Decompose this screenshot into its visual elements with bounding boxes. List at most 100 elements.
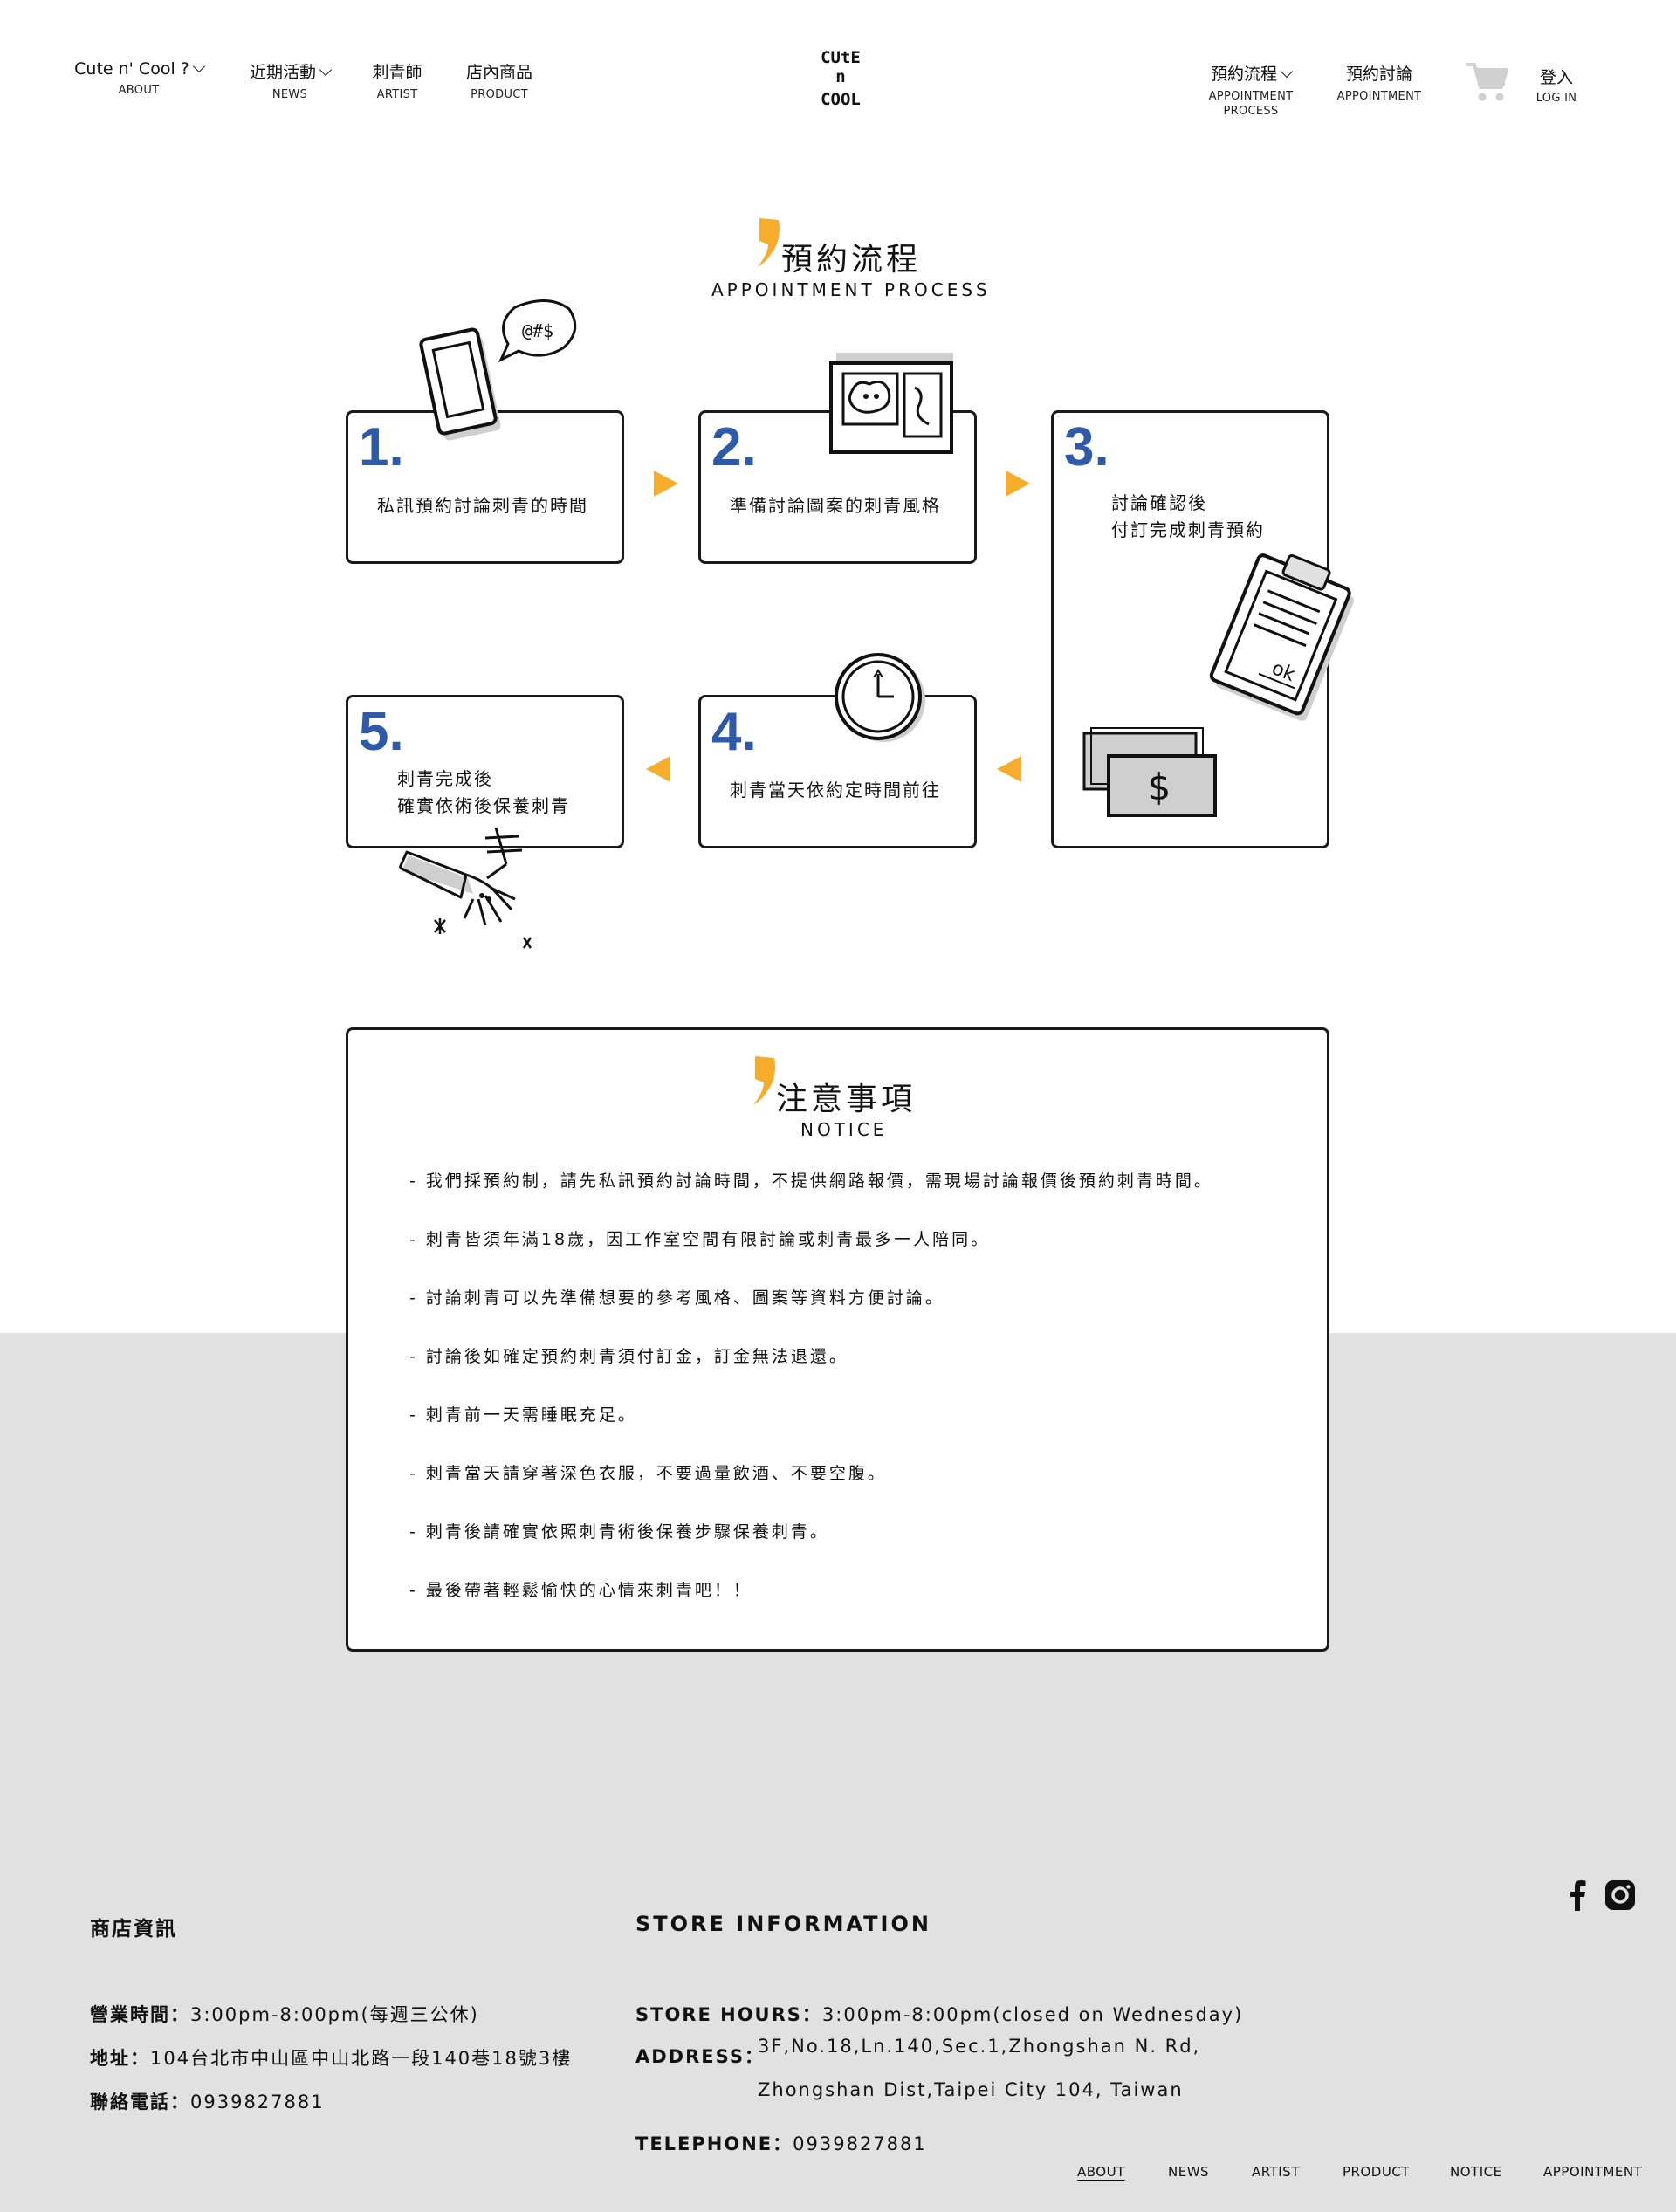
footer-hours-value-zh: 3:00pm-8:00pm(每週三公休) [190, 2004, 479, 2025]
notice-item: - 最後帶著輕鬆愉快的心情來刺青吧！！ [409, 1581, 752, 1600]
chevron-down-icon [1280, 65, 1294, 79]
notice-item: - 討論刺青可以先準備想要的參考風格、圖案等資料方便討論。 [409, 1288, 944, 1308]
footer-nav-artist[interactable]: ARTIST [1252, 2164, 1300, 2180]
login-label: 登入 [1539, 68, 1573, 87]
tattoo-arm-illustration [398, 827, 532, 949]
nav-appointment-label: 預約討論 [1345, 65, 1412, 84]
money-illustration: $ [1082, 727, 1217, 817]
comma-mark-icon [758, 218, 780, 267]
footer-hours-zh: 營業時間：3:00pm-8:00pm(每週三公休) [90, 2001, 479, 2027]
nav-news[interactable]: 近期活動 NEWS [243, 59, 337, 102]
footer-address-label-zh: 地址： [90, 2048, 150, 2069]
step-2-text: 準備討論圖案的刺青風格 [730, 495, 941, 516]
footer-address-label-en: ADDRESS： [635, 2043, 765, 2069]
footer-nav-appointment[interactable]: APPOINTMENT [1543, 2164, 1642, 2180]
arrow-left-icon [646, 756, 670, 782]
footer-nav-news[interactable]: NEWS [1168, 2164, 1209, 2180]
footer-phone-value-en: 0939827881 [793, 2133, 927, 2154]
footer-heading-zh: 商店資訊 [90, 1918, 177, 1941]
nav-artist[interactable]: 刺青師 ARTIST [363, 59, 431, 102]
step-5-line1: 刺青完成後 [397, 768, 493, 789]
footer-phone-value-zh: 0939827881 [190, 2092, 325, 2112]
notice-item: - 刺青當天請穿著深色衣服，不要過量飲酒、不要空腹。 [409, 1464, 887, 1483]
notice-item: - 我們採預約制，請先私訊預約討論時間，不提供網路報價，需現場討論報價後預約刺青… [409, 1171, 1213, 1191]
step-5-text: 刺青完成後 確實依術後保養刺青 [397, 766, 570, 820]
comma-mark-icon [753, 1056, 775, 1105]
bubble-text: @#$ [522, 320, 553, 341]
logo-line1: CUtE [821, 48, 861, 67]
cart-icon[interactable] [1465, 59, 1510, 105]
arrow-right-icon [1006, 471, 1030, 497]
process-subtitle: APPOINTMENT PROCESS [711, 279, 991, 300]
footer-hours-label-en: STORE HOURS： [635, 2004, 822, 2025]
nav-about-sub: ABOUT [118, 84, 160, 97]
step-1-number: 1. [359, 417, 404, 477]
process-title: 預約流程 [781, 242, 922, 278]
dollar-text: $ [1148, 766, 1171, 808]
footer-phone-label-zh: 聯絡電話： [90, 2092, 190, 2112]
clock-icon [835, 653, 925, 742]
step-2-number: 2. [711, 417, 757, 477]
notice-card: 注意事項 NOTICE - 我們採預約制，請先私訊預約討論時間，不提供網路報價，… [346, 1027, 1329, 1652]
nav-product-label: 店內商品 [465, 63, 532, 82]
notice-list: - 我們採預約制，請先私訊預約討論時間，不提供網路報價，需現場討論報價後預約刺青… [409, 1170, 1213, 1638]
footer-nav-about[interactable]: ABOUT [1077, 2164, 1125, 2180]
step-4-number: 4. [711, 702, 757, 762]
footer-address-line1-en: 3F,No.18,Ln.140,Sec.1,Zhongshan N. Rd, [758, 2036, 1201, 2057]
step-5-number: 5. [359, 702, 404, 762]
footer-hours-en: STORE HOURS：3:00pm-8:00pm(closed on Wedn… [635, 2001, 1243, 2027]
footer-nav-product[interactable]: PRODUCT [1343, 2164, 1410, 2180]
arrow-right-icon [654, 471, 678, 497]
nav-appointment[interactable]: 預約討論 APPOINTMENT [1332, 61, 1426, 104]
login-sub: LOG IN [1535, 92, 1577, 105]
facebook-icon[interactable] [1563, 1879, 1594, 1911]
notice-item: - 討論後如確定預約刺青須付訂金，訂金無法退還。 [409, 1347, 848, 1366]
nav-artist-label: 刺青師 [372, 63, 422, 82]
footer-hours-value-en: 3:00pm-8:00pm(closed on Wednesday) [821, 2004, 1244, 2025]
notice-subtitle: NOTICE [800, 1119, 888, 1140]
nav-appointment-sub: APPOINTMENT [1336, 90, 1422, 103]
footer-address-label-text: ADDRESS： [635, 2046, 765, 2067]
footer-address-line2-en: Zhongshan Dist,Taipei City 104, Taiwan [758, 2079, 1184, 2100]
nav-news-label: 近期活動 [249, 63, 316, 82]
phone-chat-illustration: @#$ [419, 299, 577, 441]
sketch-frames-illustration [829, 353, 953, 454]
chevron-down-icon [319, 63, 333, 77]
nav-artist-sub: ARTIST [376, 88, 418, 101]
step-5-line2: 確實依術後保養刺青 [397, 795, 570, 816]
nav-about-label: Cute n' Cool ? [74, 59, 189, 79]
nav-appointment-process[interactable]: 預約流程 APPOINTMENT PROCESS [1199, 61, 1302, 119]
footer-phone-zh: 聯絡電話：0939827881 [90, 2088, 325, 2114]
nav-news-sub: NEWS [271, 88, 308, 101]
instagram-icon[interactable] [1604, 1879, 1636, 1911]
nav-appointment-process-label: 預約流程 [1210, 65, 1277, 84]
nav-product[interactable]: 店內商品 PRODUCT [459, 59, 539, 102]
notice-item: - 刺青皆須年滿18歲，因工作室空間有限討論或刺青最多一人陪同。 [409, 1230, 991, 1249]
nav-product-sub: PRODUCT [471, 88, 528, 101]
login-link[interactable]: 登入 LOG IN [1533, 65, 1580, 106]
clipboard-illustration: ok [1209, 553, 1354, 721]
nav-appointment-process-sub: APPOINTMENT PROCESS [1208, 90, 1294, 118]
notice-item: - 刺青後請確實依照刺青術後保養步驟保養刺青。 [409, 1522, 829, 1542]
arrow-left-icon [997, 756, 1021, 782]
footer-phone-en: TELEPHONE：0939827881 [635, 2130, 927, 2156]
step-1-text: 私訊預約討論刺青的時間 [377, 495, 588, 516]
step-3-number: 3. [1064, 417, 1109, 477]
footer-phone-label-en: TELEPHONE： [635, 2133, 793, 2154]
footer-heading-en: STORE INFORMATION [635, 1912, 931, 1936]
footer-nav-notice[interactable]: NOTICE [1450, 2164, 1502, 2180]
footer-address-value-zh: 104台北市中山區中山北路一段140巷18號3樓 [150, 2048, 573, 2069]
step-3-text: 討論確認後 付訂完成刺青預約 [1111, 490, 1265, 544]
footer-hours-label-zh: 營業時間： [90, 2004, 190, 2025]
logo-mark: CUtE n COOL [821, 48, 861, 109]
step-4-text: 刺青當天依約定時間前往 [730, 780, 941, 800]
chevron-down-icon [192, 59, 205, 73]
site-logo[interactable]: CUtE n COOL [810, 45, 871, 110]
step-3-line2: 付訂完成刺青預約 [1111, 519, 1265, 540]
step-3-line1: 討論確認後 [1111, 492, 1207, 513]
logo-line2: n [835, 67, 845, 86]
notice-item: - 刺青前一天需睡眠充足。 [409, 1405, 637, 1425]
nav-about[interactable]: Cute n' Cool ? ABOUT [73, 59, 205, 98]
logo-line3: COOL [821, 90, 861, 109]
footer-address-zh: 地址：104台北市中山區中山北路一段140巷18號3樓 [90, 2044, 572, 2071]
